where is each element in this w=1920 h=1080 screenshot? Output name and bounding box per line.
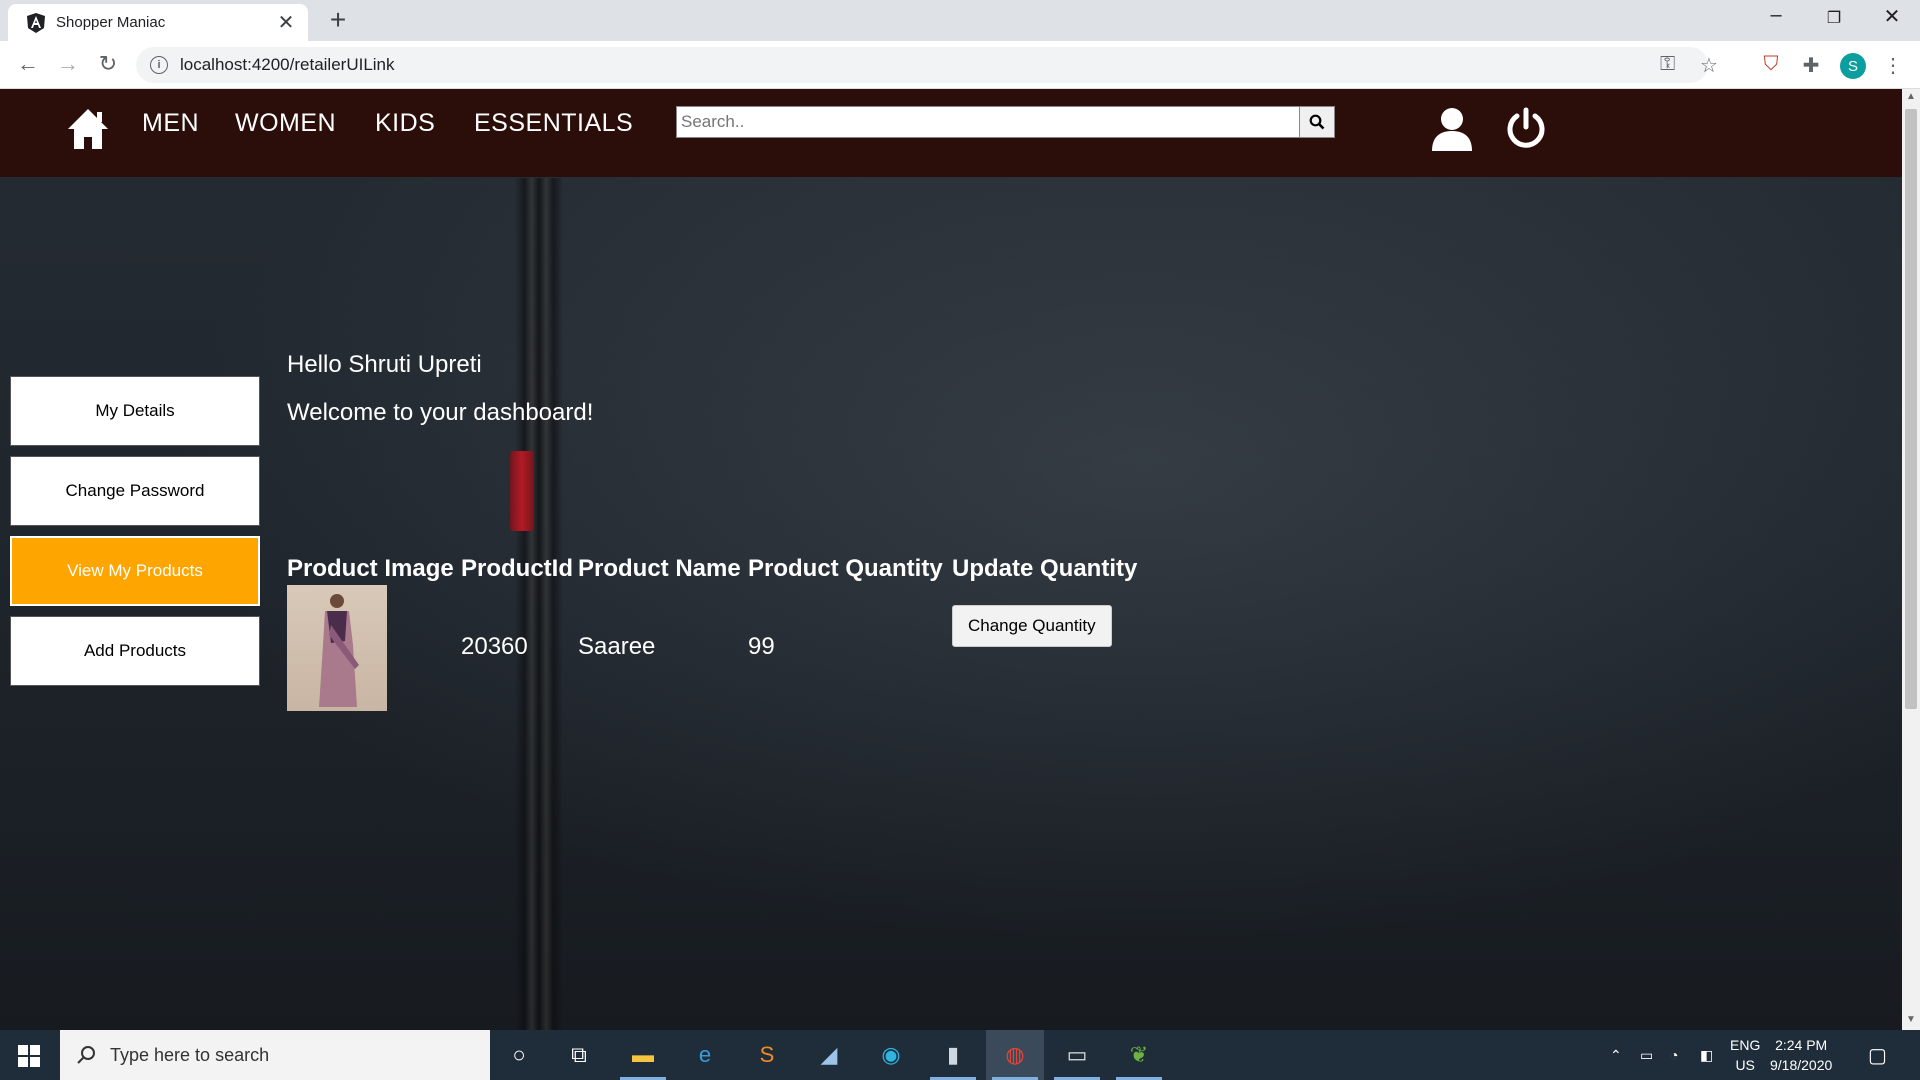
minimize-button[interactable]: – (1756, 4, 1796, 27)
page-viewport: MEN WOMEN KIDS ESSENTIALS My Details Cha… (0, 89, 1902, 1030)
page-scrollbar[interactable]: ▲ ▼ (1902, 89, 1920, 1030)
taskbar-search-box[interactable]: Type here to search (60, 1030, 490, 1080)
wifi-icon[interactable]: ◔ (1670, 1030, 1678, 1080)
command-prompt-icon[interactable]: ▭ (1048, 1030, 1106, 1080)
region-code: US (1735, 1057, 1755, 1073)
battery-icon[interactable]: ▭ (1640, 1030, 1653, 1080)
column-header-product-id: ProductId (461, 555, 573, 582)
volume-icon[interactable]: ◧ (1700, 1030, 1713, 1080)
logout-power-icon[interactable] (1505, 107, 1547, 149)
key-icon[interactable]: ⚿ (1660, 53, 1675, 76)
language-code: ENG (1730, 1037, 1761, 1053)
product-image (287, 585, 387, 711)
tray-overflow-icon[interactable]: ⌃ (1610, 1030, 1622, 1080)
nav-men[interactable]: MEN (142, 109, 199, 138)
notepad-icon[interactable]: ▮ (924, 1030, 982, 1080)
action-center-icon[interactable]: ▢ (1868, 1030, 1887, 1080)
greeting-text: Hello Shruti Upreti (287, 351, 482, 378)
column-header-product-image: Product Image (287, 555, 454, 582)
forward-icon[interactable]: → (54, 51, 82, 77)
internet-explorer-icon[interactable]: e (676, 1030, 734, 1080)
extensions-puzzle-icon[interactable]: ✚ (1798, 53, 1824, 78)
file-explorer-icon[interactable]: ▬ (614, 1030, 672, 1080)
address-bar[interactable]: i localhost:4200/retailerUILink ⚿ ☆ (136, 47, 1718, 83)
user-profile-icon[interactable] (1430, 105, 1474, 151)
sublime-text-icon[interactable]: S (738, 1030, 796, 1080)
browser-toolbar: ← → ↻ i localhost:4200/retailerUILink ⚿ … (0, 41, 1920, 89)
update-quantity-cell: Change Quantity (952, 583, 1137, 711)
clock-date: 9/18/2020 (1770, 1057, 1833, 1073)
url-text: localhost:4200/retailerUILink (180, 55, 395, 74)
close-window-button[interactable]: ✕ (1872, 4, 1912, 29)
site-info-icon[interactable]: i (150, 56, 168, 74)
taskbar-search-placeholder: Type here to search (110, 1044, 270, 1065)
cortana-icon[interactable]: ○ (490, 1030, 548, 1080)
search-icon (1309, 114, 1325, 130)
search-input[interactable] (676, 106, 1300, 138)
pocket-extension-icon[interactable]: ⛉ (1758, 53, 1784, 76)
product-quantity-cell: 99 (748, 633, 775, 660)
clock-time: 2:24 PM (1775, 1037, 1828, 1053)
site-search (676, 106, 1335, 138)
maximize-button[interactable]: ❐ (1814, 8, 1854, 28)
table-header-row: Product Image ProductId Product Name Pro… (287, 549, 1137, 583)
table-row: 20360 Saaree 99 Change Quantity (287, 583, 1137, 711)
bookmark-star-icon[interactable]: ☆ (1700, 53, 1718, 78)
sidebar-my-details-button[interactable]: My Details (10, 376, 260, 446)
denim-red-tag-decoration (510, 451, 534, 531)
reload-icon[interactable]: ↻ (94, 51, 122, 77)
edge-browser-icon[interactable]: ◉ (862, 1030, 920, 1080)
chrome-icon[interactable]: ◍ (986, 1030, 1044, 1080)
column-header-product-quantity: Product Quantity (748, 555, 943, 582)
products-table: Product Image ProductId Product Name Pro… (287, 549, 1137, 711)
sidebar-view-my-products-button[interactable]: View My Products (10, 536, 260, 606)
angular-logo-icon (26, 12, 46, 33)
profile-avatar[interactable]: S (1840, 53, 1866, 79)
nav-kids[interactable]: KIDS (375, 109, 435, 138)
column-header-update-quantity: Update Quantity (952, 555, 1138, 582)
language-indicator[interactable]: ENG US (1730, 1035, 1760, 1075)
back-icon[interactable]: ← (14, 51, 42, 77)
tab-close-icon[interactable]: ✕ (276, 10, 296, 35)
change-quantity-button[interactable]: Change Quantity (952, 605, 1112, 647)
product-name-cell: Saaree (578, 633, 656, 660)
task-view-icon[interactable]: ⧉ (550, 1030, 608, 1080)
nav-essentials[interactable]: ESSENTIALS (474, 109, 633, 138)
windows-start-icon[interactable] (18, 1045, 40, 1067)
site-header: MEN WOMEN KIDS ESSENTIALS (0, 89, 1902, 177)
nav-women[interactable]: WOMEN (235, 109, 336, 138)
remote-desktop-icon[interactable]: ◢ (800, 1030, 858, 1080)
product-id-cell: 20360 (461, 633, 528, 660)
system-clock[interactable]: 2:24 PM 9/18/2020 (1770, 1035, 1832, 1075)
windows-taskbar: Type here to search ○ ⧉ ▬ e S ◢ ◉ ▮ ◍ ▭ … (0, 1030, 1920, 1080)
tab-title: Shopper Maniac (56, 14, 166, 31)
sidebar-change-password-button[interactable]: Change Password (10, 456, 260, 526)
scroll-down-arrow-icon[interactable]: ▼ (1902, 1014, 1920, 1025)
new-tab-button[interactable]: + (324, 6, 352, 34)
browser-menu-icon[interactable]: ⋮ (1880, 53, 1906, 78)
product-image-cell (287, 583, 461, 711)
welcome-text: Welcome to your dashboard! (287, 399, 594, 426)
browser-tab[interactable]: Shopper Maniac ✕ (8, 4, 308, 41)
taskbar-search-icon (77, 1046, 95, 1064)
scroll-up-arrow-icon[interactable]: ▲ (1902, 91, 1920, 102)
browser-tab-bar: Shopper Maniac ✕ + – ❐ ✕ (0, 0, 1920, 41)
search-button[interactable] (1300, 106, 1335, 138)
column-header-product-name: Product Name (578, 555, 741, 582)
home-icon[interactable] (66, 107, 110, 151)
scrollbar-thumb[interactable] (1905, 109, 1917, 709)
spring-tool-suite-icon[interactable]: ❦ (1110, 1030, 1168, 1080)
sidebar-add-products-button[interactable]: Add Products (10, 616, 260, 686)
